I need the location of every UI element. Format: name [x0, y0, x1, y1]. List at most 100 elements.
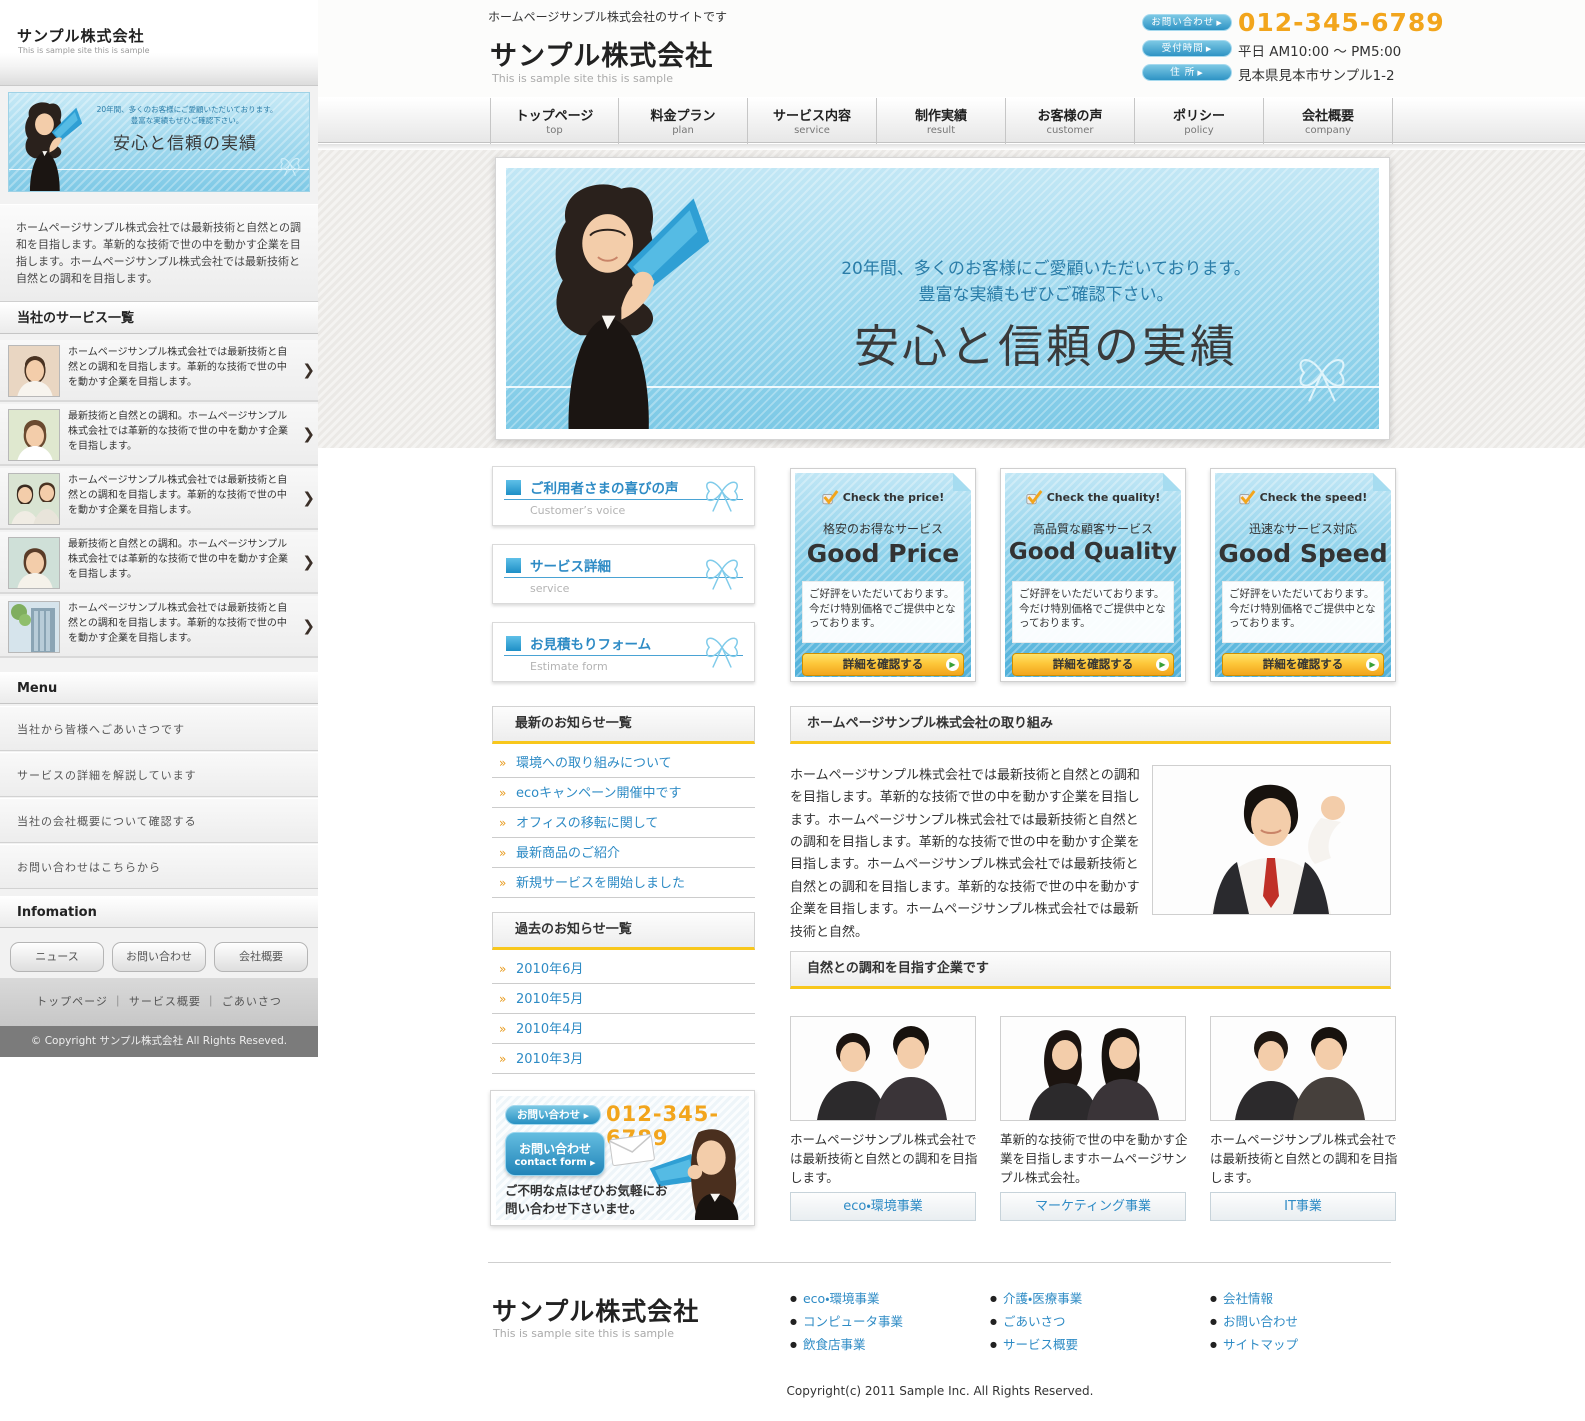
customer-voice-box[interactable]: ご利用者さまの喜びの声 Customer’s voice — [492, 466, 755, 526]
checkmark-icon — [1239, 490, 1256, 505]
sidebar-menu-item-contact[interactable]: お問い合わせはこちらから — [0, 844, 318, 889]
card-body: ご好評をいただいております。今だけ特別価格でご提供中となっております。 — [1012, 581, 1174, 643]
nav-item-customer[interactable]: お客様の声 customer — [1006, 98, 1135, 144]
sidebar-hero-banner[interactable]: 20年間、多くのお客様にご愛顧いただいております。 豊富な実績もぜひご確認下さい… — [8, 92, 310, 192]
past-news-heading: 過去のお知らせ一覧 — [492, 912, 755, 950]
contact-badge[interactable]: お問い合わせ ▶ — [505, 1105, 601, 1125]
sidebar-menu-item-service[interactable]: サービスの詳細を解説しています — [0, 752, 318, 797]
sidebar-menu-item-company[interactable]: 当社の会社概要について確認する — [0, 798, 318, 843]
news-link[interactable]: » 最新商品のご紹介 — [492, 839, 755, 868]
sidebar-brand: サンプル株式会社 — [17, 27, 145, 45]
ribbon-bow-icon — [706, 481, 738, 512]
hero-line1: 20年間、多くのお客様にご愛顧いただいております。 — [841, 259, 1251, 279]
check-label: Check the quality! — [1005, 489, 1181, 505]
detail-button[interactable]: 詳細を確認する ▶ — [1222, 653, 1384, 676]
nav-item-policy[interactable]: ポリシー policy — [1135, 98, 1264, 144]
sidebar-company-button[interactable]: 会社概要 — [214, 942, 308, 972]
news-link[interactable]: » 新規サービスを開始しました — [492, 869, 755, 898]
detail-button[interactable]: 詳細を確認する ▶ — [1012, 653, 1174, 676]
double-arrow-icon: » — [499, 992, 507, 1006]
archive-link[interactable]: » 2010年4月 — [492, 1015, 755, 1044]
nav-item-result[interactable]: 制作実績 result — [877, 98, 1006, 144]
card-tagline: 格安のお得なサービス — [822, 522, 943, 536]
sidebar-footer-link-greeting[interactable]: ごあいさつ — [222, 995, 282, 1008]
footer-link[interactable]: ● サービス概要 — [990, 1334, 1082, 1357]
news-link[interactable]: » オフィスの移転に関して — [492, 809, 755, 838]
it-business-button[interactable]: IT事業 — [1210, 1192, 1396, 1221]
card-title: Good Quality — [1008, 539, 1178, 565]
service-text: ホームページサンプル株式会社では最新技術と自然との調和を目指します。革新的な技術… — [68, 603, 288, 644]
nav-item-company[interactable]: 会社概要 company — [1264, 98, 1393, 144]
phone-badge[interactable]: お問い合わせ ▶ — [1142, 14, 1232, 31]
hero-banner: 20年間、多くのお客様にご愛顧いただいております。 豊富な実績もぜひご確認下さい… — [495, 157, 1390, 440]
footer-link[interactable]: ● 介護・医療事業 — [990, 1288, 1082, 1311]
detail-button[interactable]: 詳細を確認する ▶ — [802, 653, 964, 676]
header-hours: 平日 AM10:00 〜 PM5:00 — [1238, 44, 1402, 60]
arrow-right-icon: ▶ — [946, 658, 959, 671]
hero-image: 20年間、多くのお客様にご愛顧いただいております。 豊富な実績もぜひご確認下さい… — [506, 168, 1379, 429]
footer-column-1: ● eco・環境事業 ● コンピュータ事業 ● 飲食店事業 — [790, 1288, 903, 1357]
business-text: ホームページサンプル株式会社では最新技術と自然との調和を目指します。 — [790, 1132, 978, 1185]
ribbon-bow-icon — [706, 559, 738, 590]
header-address: 見本県見本市サンプル1-2 — [1238, 68, 1395, 84]
archive-link[interactable]: » 2010年5月 — [492, 985, 755, 1014]
news-link[interactable]: » 環境への取り組みについて — [492, 749, 755, 778]
footer-link[interactable]: ● ごあいさつ — [990, 1311, 1082, 1334]
service-text: 最新技術と自然との調和。ホームページサンプル株式会社では革新的な技術で世の中を動… — [68, 411, 288, 452]
bullet-icon: ● — [990, 1340, 997, 1349]
footer-column-3: ● 会社情報 ● お問い合わせ ● サイトマップ — [1210, 1288, 1298, 1357]
sidebar: サンプル株式会社 This is sample site this is sam… — [0, 0, 318, 1057]
sidebar-service-item[interactable]: 最新技術と自然との調和。ホームページサンプル株式会社では革新的な技術で世の中を動… — [0, 532, 318, 594]
service-text: 最新技術と自然との調和。ホームページサンプル株式会社では革新的な技術で世の中を動… — [68, 539, 288, 580]
arrow-right-icon: ▶ — [1205, 45, 1213, 53]
arrow-right-icon: ▶ — [1197, 69, 1204, 77]
archive-link[interactable]: » 2010年3月 — [492, 1045, 755, 1074]
sidebar-intro-text: ホームページサンプル株式会社では最新技術と自然との調和を目指します。革新的な技術… — [0, 204, 318, 302]
contact-form-button[interactable]: お問い合わせ contact form ▶ — [505, 1132, 605, 1176]
double-arrow-icon: » — [499, 846, 507, 860]
square-bullet-icon — [506, 480, 521, 495]
estimate-form-box[interactable]: お見積もりフォーム Estimate form — [492, 622, 755, 682]
footer-link[interactable]: ● お問い合わせ — [1210, 1311, 1298, 1334]
arrow-right-icon: ▶ — [590, 1159, 596, 1167]
arrow-right-icon: ▶ — [1216, 19, 1223, 27]
sidebar-menu-item-greeting[interactable]: 当社から皆様へごあいさつです — [0, 706, 318, 751]
footer-link[interactable]: ● eco・環境事業 — [790, 1288, 903, 1311]
footer-link[interactable]: ● 会社情報 — [1210, 1288, 1298, 1311]
site-title[interactable]: サンプル株式会社 — [490, 34, 713, 73]
bullet-icon: ● — [790, 1340, 797, 1349]
double-arrow-icon: » — [499, 1052, 507, 1066]
business-photo — [1000, 1016, 1186, 1121]
service-thumbnail — [8, 601, 60, 653]
marketing-business-button[interactable]: マーケティング事業 — [1000, 1192, 1186, 1221]
check-label: Check the price! — [795, 489, 971, 505]
archive-link[interactable]: » 2010年6月 — [492, 955, 755, 984]
sidebar-footer-link-service[interactable]: サービス概要 — [129, 995, 201, 1008]
double-arrow-icon: » — [499, 876, 507, 890]
sidebar-hero-line2: 豊富な実績もぜひご確認下さい。 — [130, 116, 244, 125]
sidebar-service-item[interactable]: 最新技術と自然との調和。ホームページサンプル株式会社では革新的な技術で世の中を動… — [0, 404, 318, 466]
sidebar-footer-link-top[interactable]: トップページ — [36, 995, 108, 1008]
service-thumbnail — [8, 537, 60, 589]
page: サンプル株式会社 This is sample site this is sam… — [0, 0, 1585, 1421]
sidebar-news-button[interactable]: ニュース — [10, 942, 104, 972]
chevron-right-icon: ❯ — [302, 361, 315, 379]
footer-link[interactable]: ● 飲食店事業 — [790, 1334, 903, 1357]
eco-business-button[interactable]: eco・環境事業 — [790, 1192, 976, 1221]
sidebar-service-item[interactable]: ホームページサンプル株式会社では最新技術と自然との調和を目指します。革新的な技術… — [0, 340, 318, 402]
sidebar-contact-button[interactable]: お問い合わせ — [112, 942, 206, 972]
news-link[interactable]: » ecoキャンペーン開催中です — [492, 779, 755, 808]
hours-badge: 受付時間 ▶ — [1142, 40, 1232, 57]
main-nav: トップページ top 料金プラン plan サービス内容 service 制作実績 re… — [318, 97, 1585, 144]
nav-item-plan[interactable]: 料金プラン plan — [619, 98, 748, 144]
sidebar-service-item[interactable]: ホームページサンプル株式会社では最新技術と自然との調和を目指します。革新的な技術… — [0, 468, 318, 530]
sidebar-header: サンプル株式会社 This is sample site this is sam… — [0, 0, 318, 86]
footer-link[interactable]: ● サイトマップ — [1210, 1334, 1298, 1357]
sidebar-service-item[interactable]: ホームページサンプル株式会社では最新技術と自然との調和を目指します。革新的な技術… — [0, 596, 318, 658]
nav-item-service[interactable]: サービス内容 service — [748, 98, 877, 144]
card-title: Good Speed — [1218, 539, 1388, 568]
footer-link[interactable]: ● コンピュータ事業 — [790, 1311, 903, 1334]
business-photo — [1210, 1016, 1396, 1121]
nav-item-top[interactable]: トップページ top — [490, 98, 619, 144]
service-detail-box[interactable]: サービス詳細 service — [492, 544, 755, 604]
